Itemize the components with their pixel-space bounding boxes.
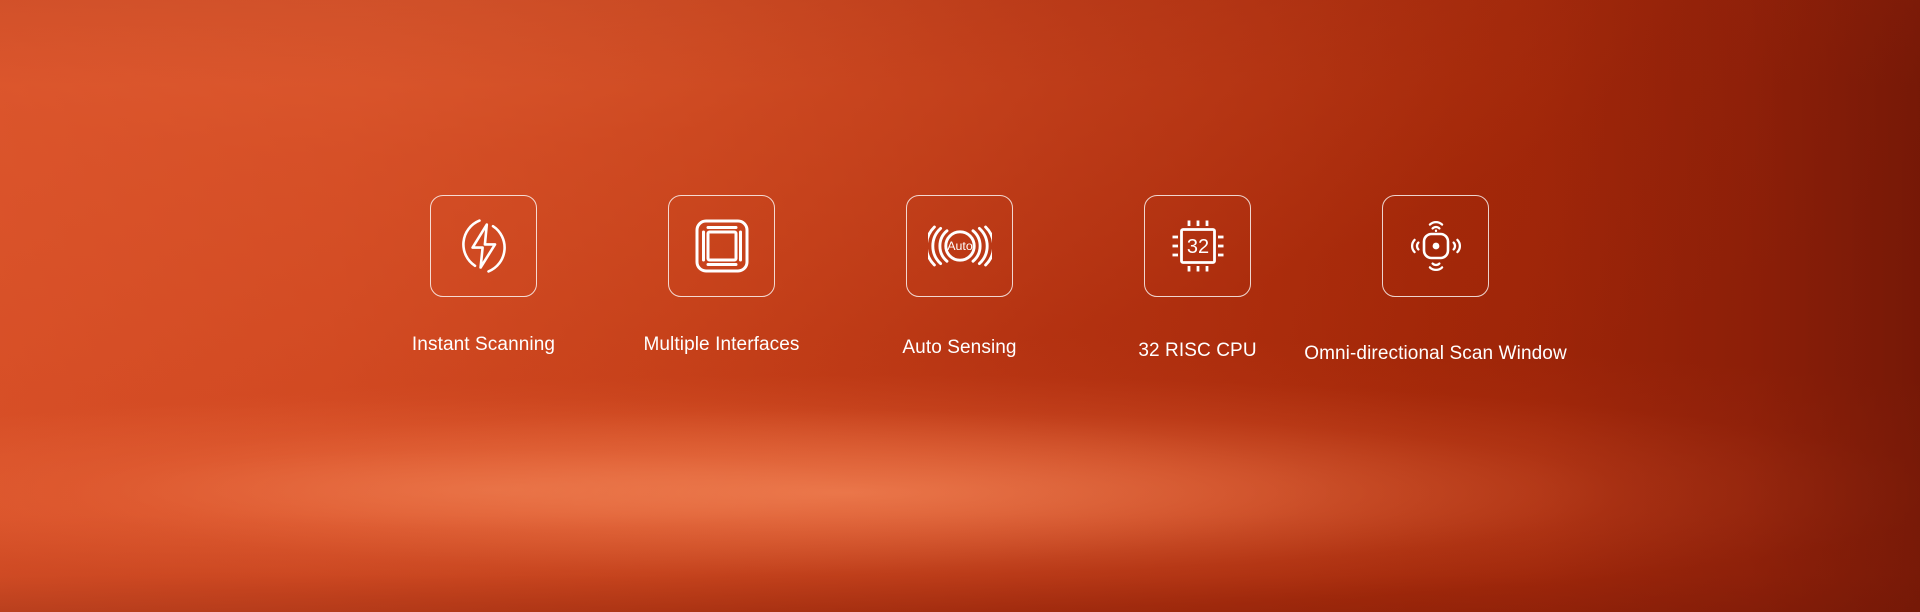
cpu-chip-32-icon: 32 [1168,216,1228,276]
feature-icon-frame: 32 [1144,195,1251,297]
product-feature-banner: Instant Scanning Multiple Interfaces Aut… [0,0,1920,612]
feature-icon-frame [1382,195,1489,297]
feature-item-auto-sensing: Auto Auto Sensing [840,195,1080,357]
feature-icon-frame: Auto [906,195,1013,297]
svg-text:32: 32 [1186,236,1208,258]
auto-sensing-waves-icon: Auto [927,220,992,272]
feature-label: Omni-directional Scan Window [1304,343,1567,364]
feature-item-omni-directional-scan-window: Omni-directional Scan Window [1276,195,1596,363]
omni-directional-scan-icon [1405,215,1467,277]
interface-module-icon [692,216,752,276]
feature-list: Instant Scanning Multiple Interfaces Aut… [0,0,1920,612]
feature-label: Multiple Interfaces [643,334,800,355]
lightning-bolt-circle-icon [453,215,515,277]
feature-label: Instant Scanning [411,334,556,355]
feature-icon-frame [430,195,537,297]
svg-text:Auto: Auto [947,239,973,253]
feature-item-instant-scanning: Instant Scanning [364,195,604,354]
feature-icon-frame [668,195,775,297]
feature-label: Auto Sensing [902,337,1017,358]
feature-item-multiple-interfaces: Multiple Interfaces [602,195,842,354]
